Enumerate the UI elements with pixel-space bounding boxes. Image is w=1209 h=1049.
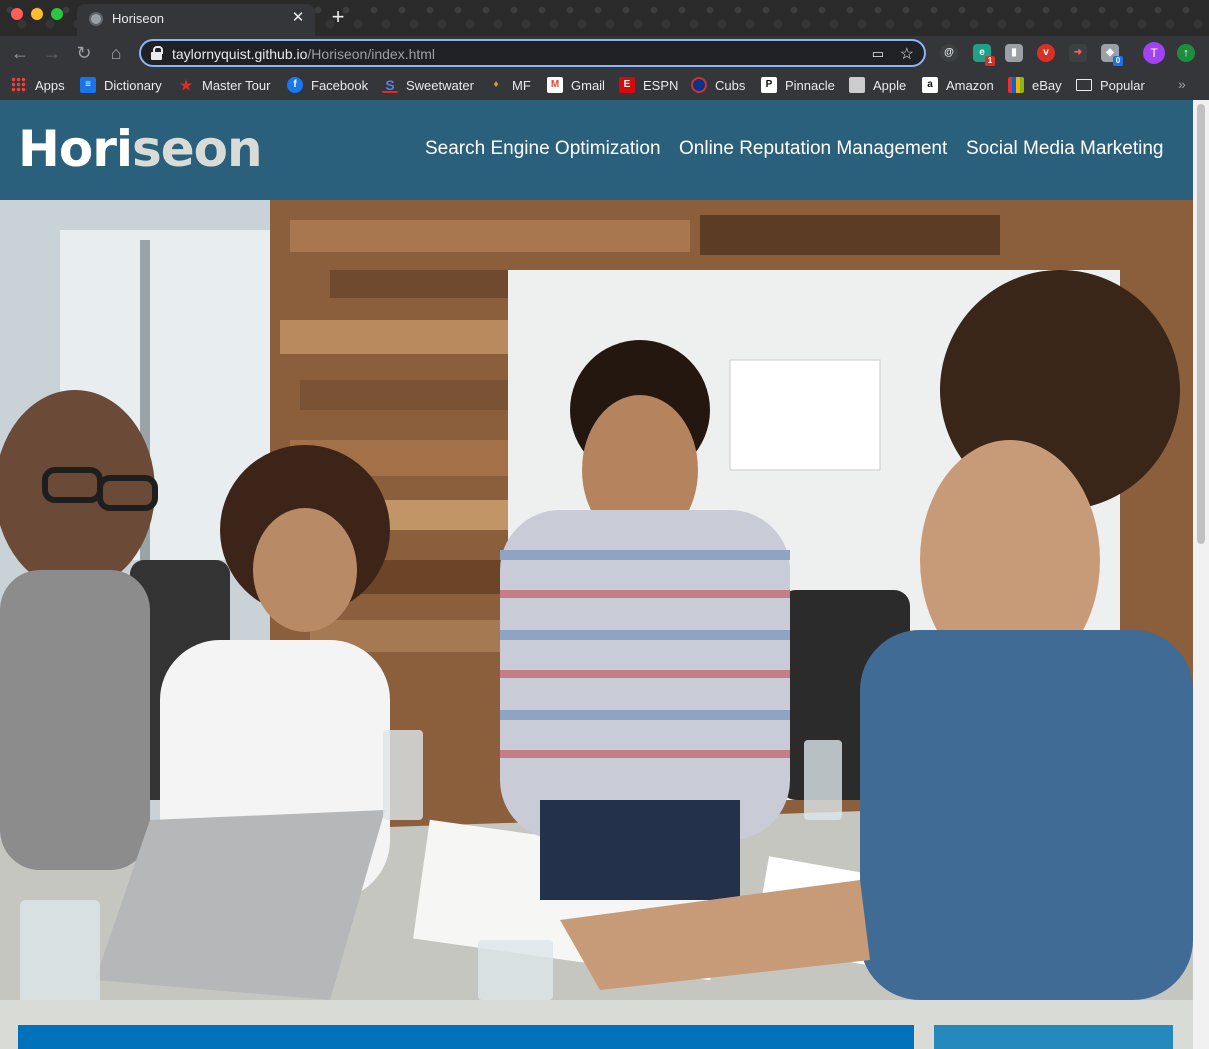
denim-shirt [860,630,1193,1000]
back-arrow-icon[interactable]: ← [9,42,31,64]
browser-tab-horiseon[interactable]: Horiseon ✕ [77,4,315,36]
extension-at-icon[interactable]: @ [940,44,958,62]
team-meeting-photo [0,200,1193,1000]
close-tab-icon[interactable]: ✕ [289,9,307,27]
extension-doc-icon[interactable]: ▮ [1005,44,1023,62]
globe-icon [89,12,103,26]
more-bookmarks-chevron-icon[interactable]: » [1178,76,1186,92]
extension-v-icon[interactable]: v [1037,44,1055,62]
maximize-window-button[interactable] [51,8,63,20]
bookmark-pinnacle[interactable]: P Pinnacle [761,77,835,93]
lock-icon [151,46,163,60]
bookmark-espn[interactable]: E ESPN [619,77,678,93]
sweetwater-icon: S [382,77,398,93]
extension-box-icon[interactable]: ◈ 0 [1101,44,1123,66]
page-scrollbar[interactable] [1193,100,1209,1049]
bookmark-amazon[interactable]: a Amazon [922,77,994,93]
amazon-icon: a [922,77,938,93]
apple-icon [849,77,865,93]
close-window-button[interactable] [11,8,23,20]
site-header: Horiseon Search Engine Optimization Onli… [0,100,1193,200]
bookmark-ebay[interactable]: eBay [1008,77,1062,93]
reload-icon[interactable]: ↻ [73,42,95,64]
browser-toolbar: ← → ↻ ⌂ taylornyquist.github.io/Horiseon… [0,36,1209,70]
dictionary-icon: ≡ [80,77,96,93]
mf-icon: ♦ [493,79,499,90]
minimize-window-button[interactable] [31,8,43,20]
gmail-icon: M [547,77,563,93]
tab-strip: Horiseon ✕ + [0,0,1209,36]
new-tab-button[interactable]: + [326,6,350,30]
cast-icon[interactable]: ▭ [872,46,884,62]
bookmark-facebook[interactable]: f Facebook [287,77,368,93]
forward-arrow-icon[interactable]: → [41,42,63,64]
address-bar[interactable]: taylornyquist.github.io/Horiseon/index.h… [139,39,926,67]
bookmark-apps[interactable]: Apps [11,77,65,93]
home-icon[interactable]: ⌂ [105,42,127,64]
apps-grid-icon [11,77,27,93]
bookmark-cubs[interactable]: Cubs [691,77,745,93]
hero-image [0,200,1193,1000]
bookmark-mf[interactable]: ♦ MF [488,77,530,93]
bookmark-star-icon[interactable]: ☆ [900,44,914,64]
bookmark-gmail[interactable]: M Gmail [547,77,605,93]
espn-icon: E [619,77,635,93]
cubs-icon [691,77,707,93]
nav-link-social-media-marketing[interactable]: Social Media Marketing [966,138,1163,160]
page-viewport: Horiseon Search Engine Optimization Onli… [0,100,1209,1049]
tab-title: Horiseon [112,11,165,26]
folder-icon [1076,79,1092,91]
bookmark-apple[interactable]: Apple [849,77,906,93]
ebay-icon [1008,77,1024,93]
content-section-top [18,1025,914,1049]
nav-link-reputation-management[interactable]: Online Reputation Management [679,138,947,160]
bookmark-folder-popular[interactable]: Popular [1076,77,1145,93]
profile-avatar[interactable]: T [1143,42,1165,64]
nav-link-seo[interactable]: Search Engine Optimization [425,138,661,160]
scrollbar-thumb[interactable] [1197,104,1205,544]
facebook-icon: f [287,77,303,93]
bookmark-master-tour[interactable]: ★ Master Tour [178,77,271,93]
extension-grammar-icon[interactable]: e1 [973,44,995,66]
extension-arrow-icon[interactable]: ➜ [1069,44,1087,62]
pinnacle-icon: P [761,77,777,93]
sidebar-section-top [934,1025,1173,1049]
url-text[interactable]: taylornyquist.github.io/Horiseon/index.h… [172,46,435,62]
update-arrow-icon[interactable]: ↑ [1177,44,1195,62]
master-tour-icon: ★ [179,77,193,93]
bookmark-sweetwater[interactable]: S Sweetwater [382,77,474,93]
water-glass [20,900,100,1000]
site-logo[interactable]: Horiseon [18,120,263,178]
person-left-head [0,390,155,590]
bookmarks-bar: Apps ≡ Dictionary ★ Master Tour f Facebo… [0,70,1209,100]
bookmark-dictionary[interactable]: ≡ Dictionary [80,77,162,93]
